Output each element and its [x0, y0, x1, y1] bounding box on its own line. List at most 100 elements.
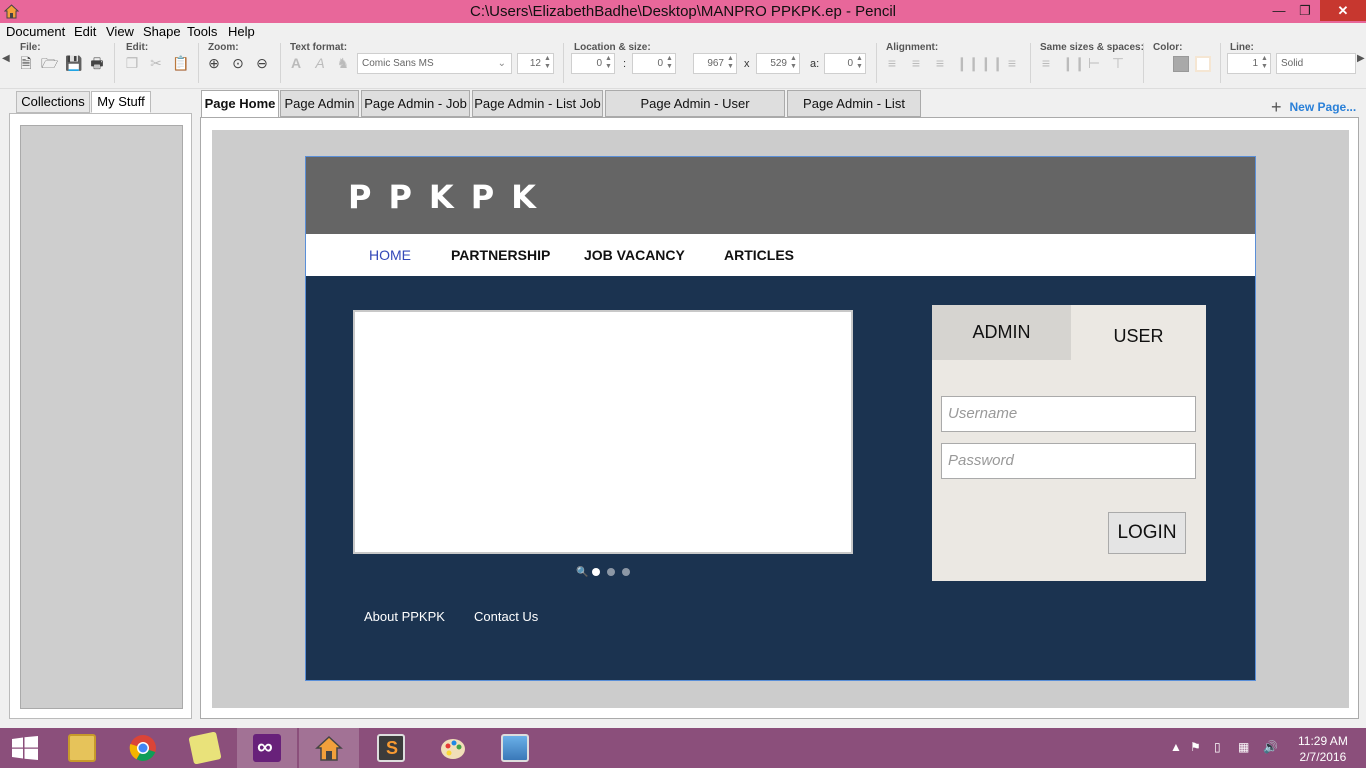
- spinner-icon[interactable]: ▲ ▼: [604, 55, 613, 72]
- login-button[interactable]: LOGIN: [1108, 512, 1186, 554]
- slider-dot[interactable]: [607, 568, 615, 576]
- align-center-icon[interactable]: ≡: [908, 55, 924, 71]
- taskbar-chrome[interactable]: [113, 728, 173, 768]
- same-width-icon[interactable]: ≡: [1038, 55, 1054, 71]
- taskbar-pencil[interactable]: [299, 728, 359, 768]
- save-icon[interactable]: 💾: [65, 55, 82, 71]
- login-tab-admin[interactable]: ADMIN: [932, 305, 1071, 360]
- taskbar-sticky-notes[interactable]: [175, 728, 235, 768]
- font-size-field[interactable]: 12 ▲ ▼: [517, 53, 554, 74]
- tab-my-stuff[interactable]: My Stuff: [91, 91, 151, 113]
- chevron-down-icon: ⌄: [497, 58, 506, 69]
- same-height-icon[interactable]: ❙❙: [1062, 55, 1085, 71]
- windows-start-icon[interactable]: [12, 736, 38, 760]
- volume-icon[interactable]: 🔊: [1263, 740, 1278, 754]
- menu-edit[interactable]: Edit: [74, 24, 96, 39]
- zoom-in-icon[interactable]: ⊕: [206, 55, 222, 71]
- cut-icon[interactable]: ✂: [148, 55, 164, 71]
- tab-page-admin-list-user[interactable]: Page Admin - List User: [787, 90, 921, 136]
- x-field[interactable]: 0 ▲ ▼: [571, 53, 615, 74]
- tab-collections[interactable]: Collections: [16, 91, 90, 113]
- image-slider[interactable]: [353, 310, 853, 554]
- nav-partnership[interactable]: PARTNERSHIP: [451, 247, 550, 263]
- toolbar-scroll-left-icon[interactable]: ◀: [2, 53, 10, 64]
- tab-page-home[interactable]: Page Home: [201, 90, 279, 118]
- spinner-icon[interactable]: ▲ ▼: [726, 55, 735, 72]
- taskbar-sublime-text[interactable]: S: [361, 728, 421, 768]
- italic-icon[interactable]: A: [312, 55, 328, 71]
- tab-page-admin-list-job[interactable]: Page Admin - List Job: [472, 90, 603, 117]
- text-color-icon[interactable]: ♞: [335, 55, 351, 71]
- spinner-icon[interactable]: ▲ ▼: [789, 55, 798, 72]
- menu-shape[interactable]: Shape: [143, 24, 181, 39]
- align-top-icon[interactable]: ❙❙: [956, 55, 979, 71]
- zoom-out-icon[interactable]: ⊖: [254, 55, 270, 71]
- username-input[interactable]: Username: [941, 396, 1196, 432]
- spinner-icon[interactable]: ▲ ▼: [543, 55, 552, 72]
- spinner-icon[interactable]: ▲ ▼: [665, 55, 674, 72]
- window-title: C:\Users\ElizabethBadhe\Desktop\MANPRO P…: [469, 3, 896, 20]
- menu-document[interactable]: Document: [6, 24, 65, 39]
- y-field[interactable]: 0 ▲ ▼: [632, 53, 676, 74]
- open-folder-icon[interactable]: 🗁: [41, 55, 58, 71]
- wifi-signal-icon[interactable]: ▦: [1238, 740, 1249, 754]
- tab-page-admin[interactable]: Page Admin: [280, 90, 359, 117]
- align-right-icon[interactable]: ≡: [932, 55, 948, 71]
- menu-tools[interactable]: Tools: [187, 24, 217, 39]
- toolbar-separator: [198, 43, 199, 83]
- spinner-icon[interactable]: ▲ ▼: [855, 55, 864, 72]
- maximize-button[interactable]: ❐: [1294, 0, 1316, 21]
- align-middle-icon[interactable]: ❙❙: [980, 55, 1003, 71]
- login-tab-user[interactable]: USER: [1071, 305, 1206, 368]
- password-input[interactable]: Password: [941, 443, 1196, 479]
- font-family-select[interactable]: Comic Sans MS ⌄: [357, 53, 512, 74]
- new-document-icon[interactable]: 🗎: [18, 55, 34, 71]
- zoom-actual-icon[interactable]: ⊙: [230, 55, 246, 71]
- taskbar-visual-studio[interactable]: ∞: [237, 728, 297, 768]
- footer-link-about[interactable]: About PPKPK: [364, 609, 445, 624]
- website-mockup[interactable]: PPKPK HOME PARTNERSHIP JOB VACANCY ARTIC…: [305, 156, 1256, 681]
- print-icon[interactable]: 🖶: [89, 55, 105, 71]
- width-field[interactable]: 967 ▲ ▼: [693, 53, 737, 74]
- action-center-flag-icon[interactable]: ⚑: [1190, 740, 1201, 754]
- slider-dot[interactable]: [622, 568, 630, 576]
- fill-color-swatch[interactable]: [1173, 56, 1189, 72]
- tray-expand-icon[interactable]: ▲: [1170, 740, 1182, 754]
- menu-help[interactable]: Help: [228, 24, 255, 39]
- close-button[interactable]: ✕: [1320, 0, 1366, 21]
- new-page-button[interactable]: + New Page...: [1271, 95, 1356, 117]
- space-horizontal-icon[interactable]: ⊢: [1086, 55, 1102, 71]
- nav-job-vacancy[interactable]: JOB VACANCY: [584, 247, 685, 263]
- magnifier-icon[interactable]: 🔍: [576, 567, 588, 578]
- tab-page-admin-user-registration[interactable]: Page Admin - User Registration: [605, 90, 785, 136]
- visual-studio-icon: ∞: [253, 734, 281, 762]
- nav-articles[interactable]: ARTICLES: [724, 247, 794, 263]
- slider-dot[interactable]: [592, 568, 600, 576]
- line-width-field[interactable]: 1 ▲ ▼: [1227, 53, 1271, 74]
- align-bottom-icon[interactable]: ≡: [1004, 55, 1020, 71]
- minimize-button[interactable]: —: [1268, 0, 1290, 21]
- menu-view[interactable]: View: [106, 24, 134, 39]
- nav-home[interactable]: HOME: [369, 247, 411, 263]
- collections-list[interactable]: [20, 125, 183, 709]
- spinner-icon[interactable]: ▲ ▼: [1260, 55, 1269, 72]
- taskbar-photos[interactable]: [485, 728, 545, 768]
- battery-icon[interactable]: ▯: [1214, 740, 1221, 754]
- space-vertical-icon[interactable]: ⊤: [1110, 55, 1126, 71]
- bold-icon[interactable]: A: [288, 55, 304, 71]
- angle-field[interactable]: 0 ▲ ▼: [824, 53, 866, 74]
- copy-icon[interactable]: ❐: [124, 55, 140, 71]
- footer-link-contact[interactable]: Contact Us: [474, 609, 538, 624]
- system-clock[interactable]: 11:29 AM 2/7/2016: [1298, 733, 1348, 765]
- stroke-color-swatch[interactable]: [1195, 56, 1211, 72]
- angle-label: a:: [810, 58, 820, 70]
- toolbar-scroll-right-icon[interactable]: ▶: [1357, 53, 1365, 64]
- line-style-select[interactable]: Solid: [1276, 53, 1356, 74]
- height-field[interactable]: 529 ▲ ▼: [756, 53, 800, 74]
- tab-page-admin-job[interactable]: Page Admin - Job: [361, 90, 470, 117]
- xy-separator: :: [623, 58, 627, 70]
- align-left-icon[interactable]: ≡: [884, 55, 900, 71]
- paste-icon[interactable]: 📋: [172, 55, 189, 71]
- taskbar-paint[interactable]: [423, 728, 483, 768]
- taskbar-file-explorer[interactable]: [52, 728, 112, 768]
